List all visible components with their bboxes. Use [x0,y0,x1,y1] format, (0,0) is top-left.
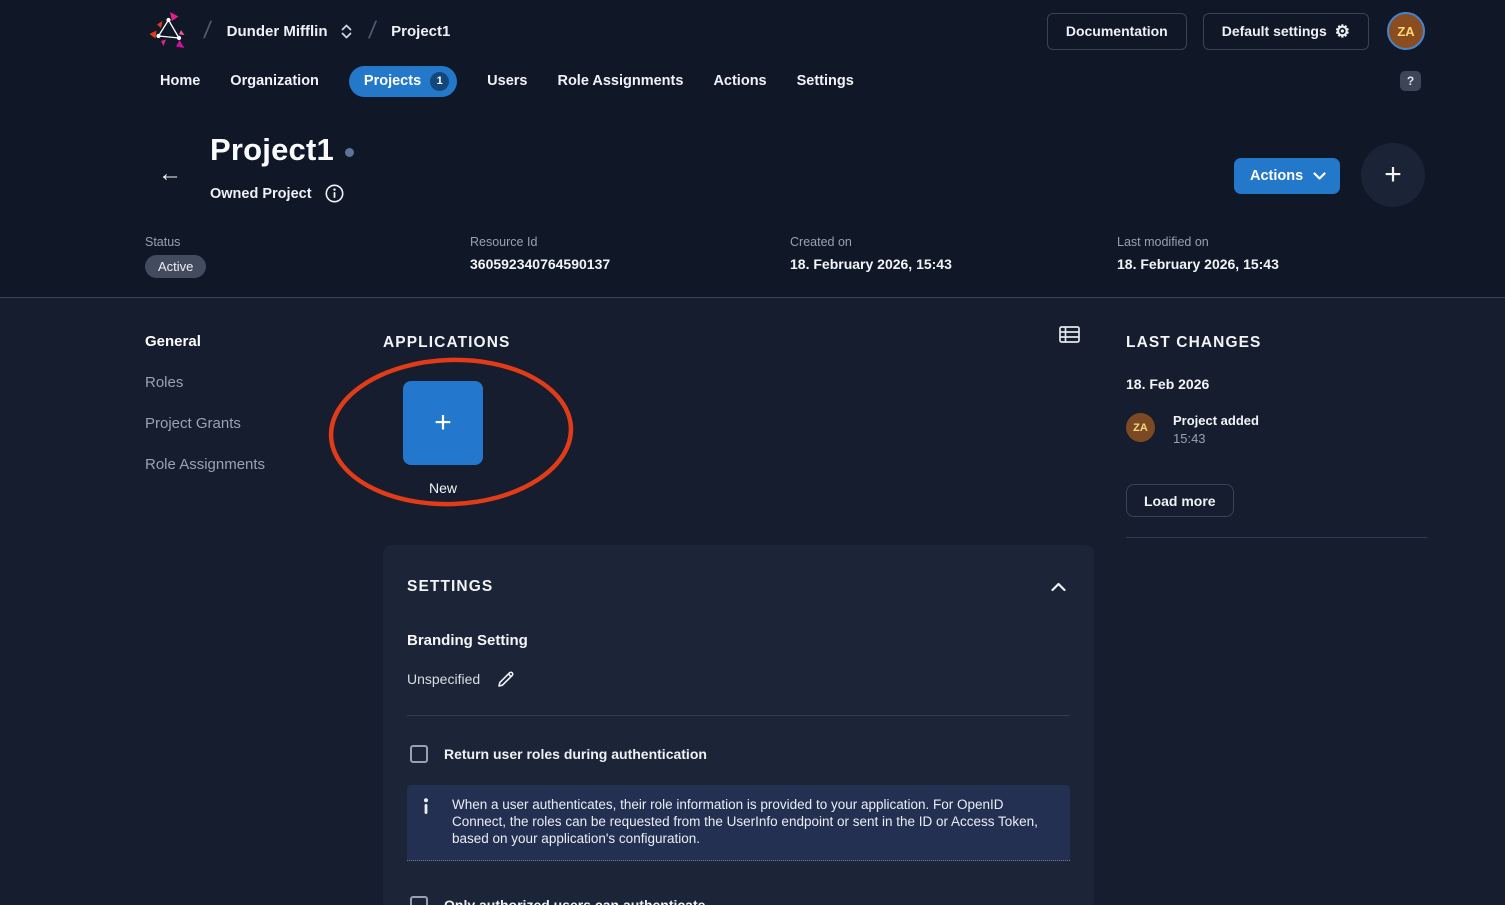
plus-icon: + [434,406,452,440]
status-label: Status [145,235,206,249]
default-settings-label: Default settings [1222,23,1327,39]
project-state-dot [345,148,354,157]
page-title: Project1 [210,132,334,168]
chevron-up-icon [1051,582,1066,592]
main-tabs: Home Organization Projects 1 Users Role … [160,64,854,98]
breadcrumb-separator: / [202,17,213,45]
actions-dropdown-button[interactable]: Actions [1234,158,1340,194]
subtitle-row: Owned Project [210,184,344,203]
breadcrumb-separator: / [367,17,378,45]
add-application-fab[interactable]: + [1361,143,1425,207]
new-application-button[interactable]: + [403,381,483,465]
org-switcher-icon[interactable] [340,22,353,41]
default-settings-button[interactable]: Default settings ⚙ [1203,13,1369,50]
event-time: 15:43 [1173,431,1259,446]
back-button[interactable]: ← [158,160,182,188]
help-button[interactable]: ? [1400,71,1421,91]
created-on-label: Created on [790,235,952,249]
applications-heading: APPLICATIONS [383,334,510,352]
resource-id-label: Resource Id [470,235,610,249]
return-roles-label[interactable]: Return user roles during authentication [444,746,707,762]
info-icon[interactable] [325,184,344,203]
divider [407,715,1070,716]
user-avatar[interactable]: ZA [1387,12,1425,50]
documentation-button[interactable]: Documentation [1047,13,1187,50]
resource-id-value: 360592340764590137 [470,256,610,272]
divider [1126,537,1427,538]
event-avatar: ZA [1126,413,1155,442]
sidebar-item-role-assignments[interactable]: Role Assignments [145,456,265,473]
collapse-section-button[interactable] [1047,578,1070,596]
info-i-icon [422,798,430,814]
tab-users[interactable]: Users [487,73,527,89]
roles-info-box: When a user authenticates, their role in… [407,785,1070,861]
edit-branding-button[interactable] [496,669,516,689]
meta-last-modified: Last modified on 18. February 2026, 15:4… [1117,235,1279,272]
header-region: / Dunder Mifflin / Project1 Documentatio… [0,0,1505,298]
project-type-label: Owned Project [210,186,312,202]
tab-projects-label: Projects [364,73,421,89]
zitadel-logo-icon[interactable] [148,10,188,52]
status-badge: Active [145,255,206,278]
breadcrumb-org[interactable]: Dunder Mifflin [227,23,328,40]
return-roles-checkbox-row: Return user roles during authentication [410,745,1070,763]
roles-info-text: When a user authenticates, their role in… [452,796,1044,847]
sidebar-item-project-grants[interactable]: Project Grants [145,415,241,432]
gear-icon: ⚙ [1335,23,1350,40]
meta-resource-id: Resource Id 360592340764590137 [470,235,610,272]
load-more-button[interactable]: Load more [1126,484,1234,517]
tab-home[interactable]: Home [160,73,200,89]
branding-setting-value: Unspecified [407,671,480,687]
tab-role-assignments[interactable]: Role Assignments [557,73,683,89]
actions-label: Actions [1250,168,1303,184]
last-modified-value: 18. February 2026, 15:43 [1117,256,1279,272]
page-title-row: Project1 [210,132,354,168]
authorized-users-checkbox[interactable] [410,896,428,905]
breadcrumb-project[interactable]: Project1 [391,23,450,40]
tab-actions[interactable]: Actions [713,73,766,89]
authorized-users-label[interactable]: Only authorized users can authenticate [444,897,705,905]
pencil-icon [496,669,516,689]
sidebar-item-roles[interactable]: Roles [145,374,183,391]
topbar: / Dunder Mifflin / Project1 Documentatio… [0,0,1505,62]
tab-projects-count-badge: 1 [430,72,449,91]
tab-settings[interactable]: Settings [797,73,854,89]
meta-status: Status Active [145,235,206,278]
project-detail-page: / Dunder Mifflin / Project1 Documentatio… [0,0,1505,905]
chevron-down-icon [1313,172,1326,181]
event-title: Project added [1173,413,1259,428]
last-changes-heading: LAST CHANGES [1126,334,1261,352]
authorized-users-checkbox-row: Only authorized users can authenticate [410,896,1070,905]
last-changes-date: 18. Feb 2026 [1126,376,1209,392]
sidebar-item-general[interactable]: General [145,333,201,350]
table-view-icon[interactable] [1059,326,1080,343]
settings-heading: SETTINGS [407,578,493,596]
meta-created-on: Created on 18. February 2026, 15:43 [790,235,952,272]
branding-setting-label: Branding Setting [407,632,1070,649]
settings-card: SETTINGS Branding Setting Unspecified Re… [383,545,1094,905]
change-event-row: ZA Project added 15:43 [1126,413,1259,446]
documentation-label: Documentation [1066,23,1168,39]
created-on-value: 18. February 2026, 15:43 [790,256,952,272]
tab-organization[interactable]: Organization [230,73,319,89]
tab-projects[interactable]: Projects 1 [349,66,457,97]
last-modified-label: Last modified on [1117,235,1279,249]
return-roles-checkbox[interactable] [410,745,428,763]
new-application-label: New [403,480,483,496]
